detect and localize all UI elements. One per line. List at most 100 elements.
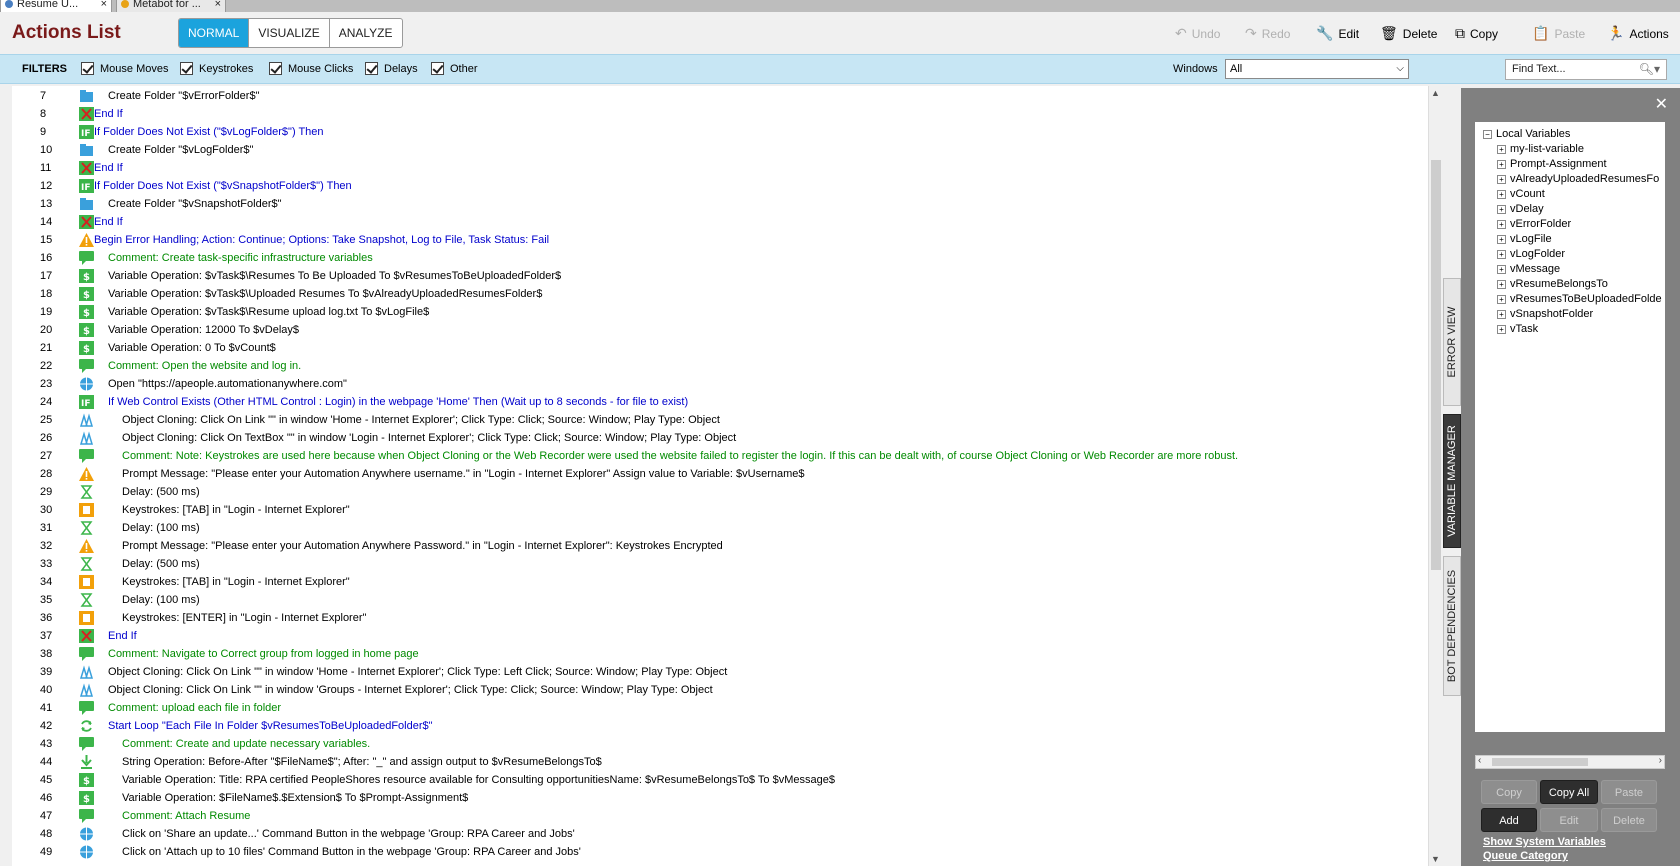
action-row[interactable]: 21 $ Variable Operation: 0 To $vCount$ (12, 339, 1428, 357)
action-row[interactable]: 29 Delay: (500 ms) (12, 483, 1428, 501)
action-row[interactable]: 8 End If (12, 105, 1428, 123)
expand-icon[interactable]: + (1497, 295, 1506, 304)
action-row[interactable]: 39 Object Cloning: Click On Link "" in wi… (12, 663, 1428, 681)
tab-metabot[interactable]: Metabot for ... × (116, 0, 226, 12)
action-row[interactable]: 20 $ Variable Operation: 12000 To $vDelay$ (12, 321, 1428, 339)
expand-icon[interactable]: + (1497, 310, 1506, 319)
variable-item[interactable]: + vSnapshotFolder (1497, 306, 1593, 322)
action-row[interactable]: 42 Start Loop "Each File In Folder $vResu… (12, 717, 1428, 735)
action-row[interactable]: 37 End If (12, 627, 1428, 645)
action-row[interactable]: 28 Prompt Message: "Please enter your Aut… (12, 465, 1428, 483)
paste-button[interactable]: 📋 Paste (1532, 24, 1585, 43)
var-copy-button[interactable]: Copy (1481, 780, 1537, 804)
action-row[interactable]: 46 $ Variable Operation: $FileName$.$Exten… (12, 789, 1428, 807)
action-row[interactable]: 26 Object Cloning: Click On TextBox "" in… (12, 429, 1428, 447)
filter-delays-checkbox[interactable]: Delays (365, 62, 418, 75)
action-row[interactable]: 12 IF If Folder Does Not Exist ("$vSnapsho… (12, 177, 1428, 195)
expand-icon[interactable]: + (1497, 160, 1506, 169)
tab-error-view[interactable]: ERROR VIEW (1443, 278, 1461, 406)
action-row[interactable]: 27 Comment: Note: Keystrokes are used her… (12, 447, 1428, 465)
action-row[interactable]: 7 Create Folder "$vErrorFolder$" (12, 87, 1428, 105)
action-row[interactable]: 36 Keystrokes: [ENTER] in "Login - Intern… (12, 609, 1428, 627)
filter-mouse-clicks-checkbox[interactable]: Mouse Clicks (269, 62, 353, 75)
checkbox-icon[interactable] (269, 62, 282, 75)
mode-normal-button[interactable]: NORMAL (179, 19, 250, 47)
action-row[interactable]: 24 IF If Web Control Exists (Other HTML Co… (12, 393, 1428, 411)
variable-item[interactable]: + vResumeBelongsTo (1497, 276, 1608, 292)
scroll-down-icon[interactable]: ▼ (1431, 854, 1440, 864)
action-row[interactable]: 9 IF If Folder Does Not Exist ("$vLogFolde… (12, 123, 1428, 141)
scroll-left-icon[interactable]: ‹ (1478, 755, 1481, 766)
action-row[interactable]: 44 String Operation: Before-After "$FileN… (12, 753, 1428, 771)
expand-icon[interactable]: + (1497, 205, 1506, 214)
variable-item[interactable]: + vCount (1497, 186, 1545, 202)
close-icon[interactable]: × (101, 0, 107, 11)
action-row[interactable]: 33 Delay: (500 ms) (12, 555, 1428, 573)
action-row[interactable]: 40 Object Cloning: Click On Link "" in wi… (12, 681, 1428, 699)
action-row[interactable]: 22 Comment: Open the website and log in. (12, 357, 1428, 375)
tab-bot-dependencies[interactable]: BOT DEPENDENCIES (1443, 556, 1461, 696)
var-delete-button[interactable]: Delete (1601, 808, 1657, 832)
action-row[interactable]: 14 End If (12, 213, 1428, 231)
variable-item[interactable]: + vLogFolder (1497, 246, 1565, 262)
var-copy-all-button[interactable]: Copy All (1540, 780, 1598, 804)
variable-item[interactable]: + my-list-variable (1497, 141, 1584, 157)
expand-icon[interactable]: + (1497, 280, 1506, 289)
action-row[interactable]: 19 $ Variable Operation: $vTask$\Resume up… (12, 303, 1428, 321)
variable-item[interactable]: + vMessage (1497, 261, 1560, 277)
action-row[interactable]: 41 Comment: upload each file in folder (12, 699, 1428, 717)
checkbox-icon[interactable] (365, 62, 378, 75)
mode-analyze-button[interactable]: ANALYZE (330, 19, 402, 47)
delete-button[interactable]: 🗑 Delete (1380, 24, 1437, 43)
var-edit-button[interactable]: Edit (1540, 808, 1598, 832)
action-row[interactable]: 47 Comment: Attach Resume (12, 807, 1428, 825)
action-row[interactable]: 31 Delay: (100 ms) (12, 519, 1428, 537)
var-paste-button[interactable]: Paste (1601, 780, 1657, 804)
action-row[interactable]: 30 Keystrokes: [TAB] in "Login - Internet… (12, 501, 1428, 519)
scroll-up-icon[interactable]: ▲ (1431, 88, 1440, 98)
variable-tree-hscrollbar[interactable]: ‹ › (1475, 755, 1665, 769)
tab-resume[interactable]: Resume U... × (0, 0, 112, 12)
checkbox-icon[interactable] (431, 62, 444, 75)
action-row[interactable]: 32 Prompt Message: "Please enter your Aut… (12, 537, 1428, 555)
expand-icon[interactable]: + (1497, 250, 1506, 259)
close-icon[interactable]: ✕ (1655, 94, 1668, 114)
action-row[interactable]: 25 Object Cloning: Click On Link "" in wi… (12, 411, 1428, 429)
action-row[interactable]: 18 $ Variable Operation: $vTask$\Uploaded … (12, 285, 1428, 303)
action-row[interactable]: 13 Create Folder "$vSnapshotFolder$" (12, 195, 1428, 213)
actions-button[interactable]: 🏃 Actions (1607, 24, 1669, 43)
var-add-button[interactable]: Add (1481, 808, 1537, 832)
undo-button[interactable]: ↶ Undo (1175, 24, 1220, 43)
collapse-icon[interactable]: − (1483, 130, 1492, 139)
tree-root-local-variables[interactable]: − Local Variables (1483, 126, 1570, 142)
variable-item[interactable]: + Prompt-Assignment (1497, 156, 1607, 172)
scroll-right-icon[interactable]: › (1659, 755, 1662, 766)
action-row[interactable]: 48 Click on 'Share an update...' Command … (12, 825, 1428, 843)
search-icon[interactable]: 🔍︎▾ (1639, 60, 1660, 79)
edit-button[interactable]: 🔧 Edit (1316, 24, 1359, 43)
expand-icon[interactable]: + (1497, 265, 1506, 274)
action-row[interactable]: 15 Begin Error Handling; Action: Continue… (12, 231, 1428, 249)
action-row[interactable]: 49 Click on 'Attach up to 10 files' Comma… (12, 843, 1428, 861)
action-row[interactable]: 35 Delay: (100 ms) (12, 591, 1428, 609)
windows-select[interactable]: All ⌵ (1225, 59, 1409, 79)
action-row[interactable]: 45 $ Variable Operation: Title: RPA certif… (12, 771, 1428, 789)
action-row[interactable]: 10 Create Folder "$vLogFolder$" (12, 141, 1428, 159)
copy-button[interactable]: ⧉ Copy (1455, 24, 1498, 43)
mode-visualize-button[interactable]: VISUALIZE (249, 19, 330, 47)
queue-category-link[interactable]: Queue Category (1483, 850, 1568, 862)
redo-button[interactable]: ↷ Redo (1245, 24, 1290, 43)
scrollbar-thumb[interactable] (1492, 758, 1588, 766)
action-list-scrollbar[interactable]: ▲ ▼ (1428, 86, 1442, 866)
expand-icon[interactable]: + (1497, 145, 1506, 154)
filter-other-checkbox[interactable]: Other (431, 62, 478, 75)
action-row[interactable]: 43 Comment: Create and update necessary v… (12, 735, 1428, 753)
expand-icon[interactable]: + (1497, 220, 1506, 229)
scrollbar-thumb[interactable] (1431, 160, 1441, 570)
expand-icon[interactable]: + (1497, 325, 1506, 334)
action-row[interactable]: 17 $ Variable Operation: $vTask$\Resumes T… (12, 267, 1428, 285)
variable-item[interactable]: + vLogFile (1497, 231, 1552, 247)
expand-icon[interactable]: + (1497, 190, 1506, 199)
variable-item[interactable]: + vAlreadyUploadedResumesFo (1497, 171, 1659, 187)
expand-icon[interactable]: + (1497, 235, 1506, 244)
